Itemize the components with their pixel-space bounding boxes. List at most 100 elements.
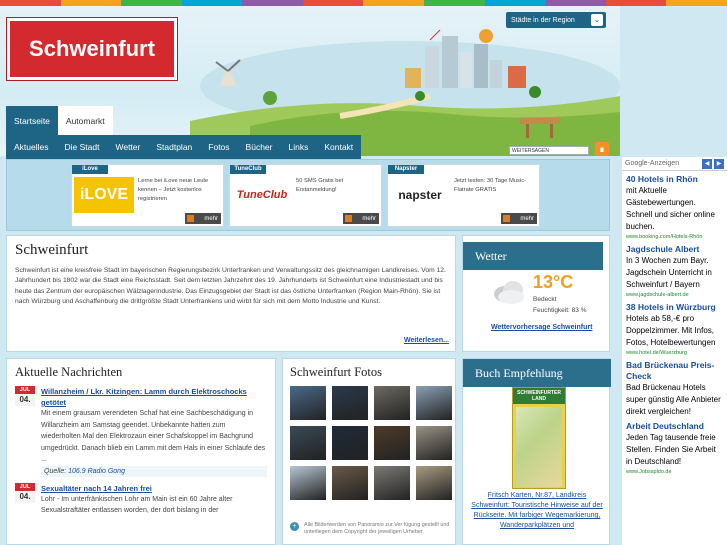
header-banner: Schweinfurt Städte in der Region ⌄ Start… <box>0 6 620 159</box>
ad-url[interactable]: www.Jobsspido.de <box>626 468 723 476</box>
nav-die-stadt[interactable]: Die Stadt <box>57 135 108 159</box>
ad-item[interactable]: Bad Brückenau Preis-Check Bad Brückenau … <box>622 357 727 418</box>
photos-panel: Schweinfurt Fotos Alle Bilderwerden von … <box>282 358 456 545</box>
date-day: 04. <box>15 394 35 406</box>
nav-buecher[interactable]: Bücher <box>238 135 281 159</box>
ad-url[interactable]: www.hotel.de/Wuerzburg <box>626 349 723 357</box>
ilove-logo: iLOVE <box>74 177 134 213</box>
ad-url[interactable]: www.booking.com/Hotels-Rhön <box>626 233 723 241</box>
intro-title: Schweinfurt <box>15 242 89 258</box>
photos-title: Schweinfurt Fotos <box>290 365 383 379</box>
news-body: Lohr - Im unterfränkischen Lohr am Main … <box>41 495 233 515</box>
ad-title[interactable]: Bad Brückenau Preis-Check <box>626 360 723 382</box>
photo-thumbnail[interactable] <box>374 386 410 420</box>
site-logo[interactable]: Schweinfurt <box>7 18 177 80</box>
nav-aktuelles[interactable]: Aktuelles <box>6 135 57 159</box>
book-title: Buch Empfehlung <box>463 359 611 387</box>
date-badge: JUL 04. <box>15 386 35 406</box>
ad-title[interactable]: 38 Hotels in Würzburg <box>626 302 723 313</box>
photo-grid <box>290 386 452 500</box>
nav-wetter[interactable]: Wetter <box>107 135 148 159</box>
chevron-down-icon: ⌄ <box>591 14 603 26</box>
promo-more-button[interactable]: mehr <box>501 213 537 224</box>
ad-url[interactable]: www.jagdschule-albert.de <box>626 291 723 299</box>
promo-header: TuneClub <box>230 165 266 174</box>
promo-more-button[interactable]: mehr <box>343 213 379 224</box>
ad-body: In 3 Wochen zum Bayr. Jagdschein Unterri… <box>626 256 712 289</box>
photo-thumbnail[interactable] <box>290 466 326 500</box>
photo-thumbnail[interactable] <box>374 466 410 500</box>
ad-body: mit Aktuelle Gästebewertungen. Schnell u… <box>626 186 715 231</box>
main-tabs: Startseite Automarkt <box>6 106 113 135</box>
ad-body: Jeden Tag tausende freie Stellen. Finden… <box>626 433 716 466</box>
humidity: Feuchtigkeit: 83 % <box>533 307 587 314</box>
promo-header: iLove <box>72 165 108 174</box>
news-source: Quelle: 106.9 Radio Gong <box>41 465 267 477</box>
intro-text: Schweinfurt ist eine kreisfreie Stadt im… <box>15 267 446 306</box>
photo-thumbnail[interactable] <box>374 426 410 460</box>
photo-thumbnail[interactable] <box>416 386 452 420</box>
main-nav: Aktuelles Die Stadt Wetter Stadtplan Fot… <box>6 135 362 159</box>
date-day: 04. <box>15 490 35 503</box>
photo-copyright-note: Alle Bilderwerden von Panoramio zur Ver … <box>290 522 450 536</box>
share-button[interactable]: WEITERSAGEN <box>509 146 589 155</box>
promo-more-button[interactable]: mehr <box>185 213 221 224</box>
tuneclub-logo: TuneClub <box>232 177 292 213</box>
ads-header: Google-Anzeigen ◀ ▶ <box>622 157 727 171</box>
google-ads-sidebar: Google-Anzeigen ◀ ▶ 40 Hotels in Rhön mi… <box>622 157 727 545</box>
news-headline[interactable]: Sexualtäter nach 14 Jahren frei <box>41 483 267 494</box>
tab-automarkt[interactable]: Automarkt <box>57 106 113 135</box>
news-panel: Aktuelle Nachrichten JUL 04. Willanzheim… <box>6 358 276 545</box>
ad-body: Hotels ab 58,-€ pro Doppelzimmer. Mit In… <box>626 314 716 347</box>
promo-text: Jetzt testen: 30 Tage Music-Flatrate GRA… <box>454 178 527 193</box>
news-headline[interactable]: Willanzheim / Lkr. Kitzingen: Lamm durch… <box>41 386 267 408</box>
weather-title: Wetter <box>463 242 603 270</box>
nav-links[interactable]: Links <box>280 135 316 159</box>
book-cover-title: SCHWEINFURTER LAND <box>513 388 565 404</box>
promo-tuneclub[interactable]: TuneClub TuneClub 50 SMS Gratis bei Erst… <box>229 164 382 227</box>
photo-thumbnail[interactable] <box>332 386 368 420</box>
region-dropdown-label: Städte in der Region <box>511 16 575 24</box>
ad-title[interactable]: 40 Hotels in Rhön <box>626 174 723 185</box>
date-month: JUL <box>15 386 35 394</box>
book-cover-map <box>516 407 562 487</box>
date-badge: JUL 04. <box>15 482 35 503</box>
news-item: JUL 04. Willanzheim / Lkr. Kitzingen: La… <box>15 386 267 477</box>
photo-thumbnail[interactable] <box>290 426 326 460</box>
tab-startseite[interactable]: Startseite <box>6 106 58 135</box>
book-caption[interactable]: Fritsch Karten, Nr.87, Landkreis Schwein… <box>469 491 605 531</box>
promo-text: Lerne bei iLove neue Leute kennen – Jetz… <box>138 178 209 202</box>
source-label: Quelle: <box>44 467 67 475</box>
forecast-link[interactable]: Wettervorhersage Schweinfurt <box>491 324 592 331</box>
photo-thumbnail[interactable] <box>416 426 452 460</box>
date-month: JUL <box>15 482 35 491</box>
ad-item[interactable]: Arbeit Deutschland Jeden Tag tausende fr… <box>622 418 727 476</box>
nav-kontakt[interactable]: Kontakt <box>316 135 361 159</box>
photo-thumbnail[interactable] <box>332 466 368 500</box>
rss-icon[interactable]: ∎ <box>595 142 609 156</box>
ad-item[interactable]: 40 Hotels in Rhön mit Aktuelle Gästebewe… <box>622 171 727 241</box>
ad-title[interactable]: Arbeit Deutschland <box>626 421 723 432</box>
photo-thumbnail[interactable] <box>290 386 326 420</box>
nav-fotos[interactable]: Fotos <box>200 135 237 159</box>
book-cover[interactable]: SCHWEINFURTER LAND <box>512 387 566 489</box>
promo-bar: iLove iLOVE Lerne bei iLove neue Leute k… <box>6 159 610 231</box>
weather-condition: Bedeckt <box>533 296 557 303</box>
photo-thumbnail[interactable] <box>332 426 368 460</box>
chevron-right-icon[interactable]: ▶ <box>714 158 724 169</box>
ad-item[interactable]: Jagdschule Albert In 3 Wochen zum Bayr. … <box>622 241 727 299</box>
promo-ilove[interactable]: iLove iLOVE Lerne bei iLove neue Leute k… <box>71 164 224 227</box>
source-link[interactable]: 106.9 Radio Gong <box>68 468 125 475</box>
chevron-left-icon[interactable]: ◀ <box>702 158 712 169</box>
intro-panel: Schweinfurt Schweinfurt ist eine kreisfr… <box>6 235 456 352</box>
nav-stadtplan[interactable]: Stadtplan <box>148 135 200 159</box>
napster-logo: napster <box>390 177 450 213</box>
ads-label: Google-Anzeigen <box>625 160 680 167</box>
photo-thumbnail[interactable] <box>416 466 452 500</box>
news-body: Mit einem grausam verendeten Schaf hat e… <box>41 410 266 463</box>
read-more-link[interactable]: Weiterlesen... <box>404 337 449 344</box>
ad-item[interactable]: 38 Hotels in Würzburg Hotels ab 58,-€ pr… <box>622 299 727 357</box>
promo-napster[interactable]: Napster napster Jetzt testen: 30 Tage Mu… <box>387 164 540 227</box>
book-panel: Buch Empfehlung SCHWEINFURTER LAND Frits… <box>462 358 611 545</box>
ad-title[interactable]: Jagdschule Albert <box>626 244 723 255</box>
